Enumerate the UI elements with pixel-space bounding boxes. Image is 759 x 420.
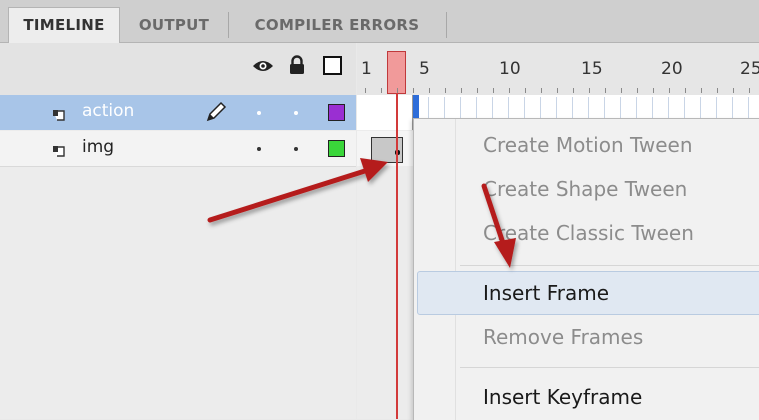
arrow-to-insert-frame [481,183,516,268]
annotation-arrows [207,158,516,268]
arrow-to-keyframe [207,158,388,223]
